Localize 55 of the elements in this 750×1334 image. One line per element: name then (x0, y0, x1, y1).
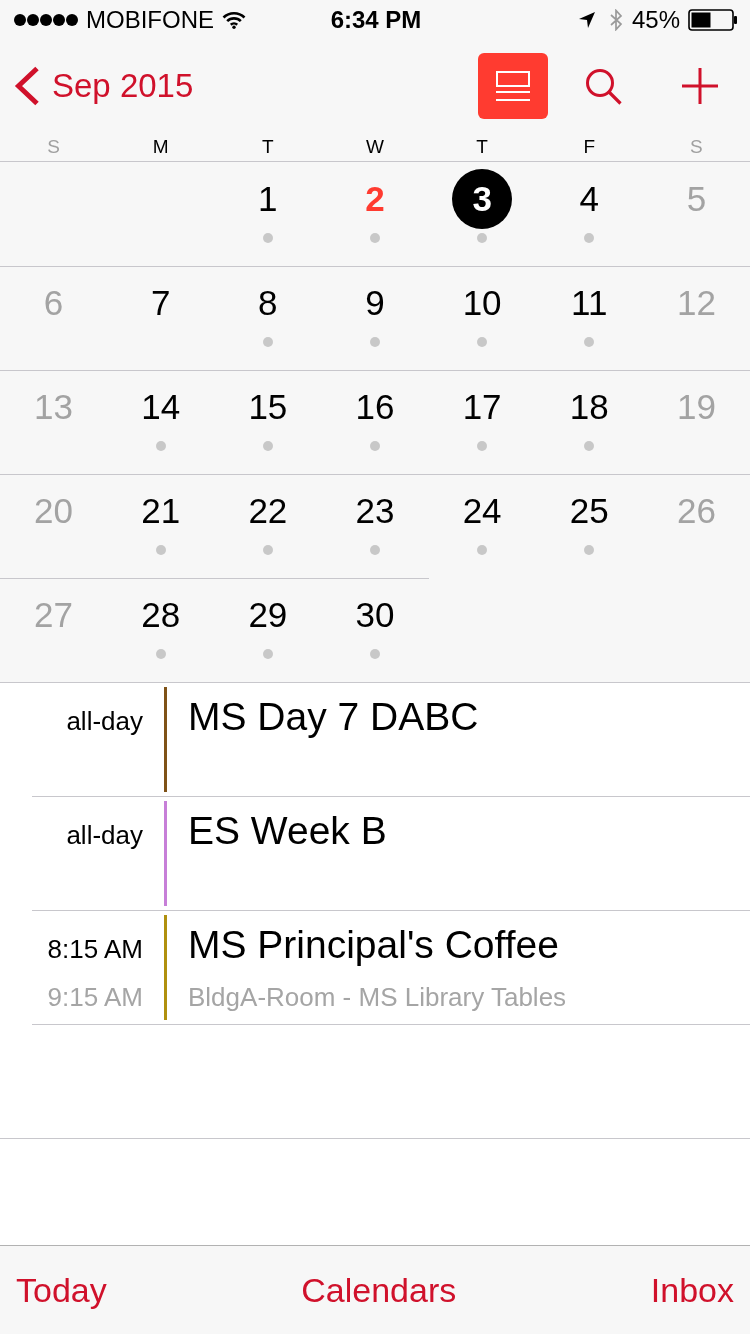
day-number[interactable]: 4 (579, 169, 599, 229)
carrier-name: MOBIFONE (86, 6, 214, 34)
event-start-time: 8:15 AM (47, 933, 143, 965)
weekday-label: T (476, 135, 488, 158)
weekday-label: W (366, 135, 384, 158)
day-number[interactable]: 15 (248, 377, 288, 437)
event-start-time: all-day (66, 705, 143, 737)
day-number[interactable]: 16 (355, 377, 395, 437)
day-number[interactable]: 24 (462, 481, 502, 541)
event-title[interactable]: MS Principal's Coffee (188, 921, 567, 969)
signal-strength-icon (14, 14, 78, 26)
location-arrow-icon (578, 12, 595, 28)
day-number[interactable]: 11 (571, 273, 608, 333)
day-number[interactable]: 21 (141, 481, 181, 541)
event-start-time: all-day (66, 819, 143, 851)
day-number[interactable]: 9 (365, 273, 385, 333)
day-number[interactable]: 7 (150, 273, 171, 333)
battery-icon (688, 9, 738, 31)
search-icon (585, 67, 622, 105)
bluetooth-icon (608, 9, 623, 31)
day-number[interactable]: 10 (462, 273, 502, 333)
day-number[interactable]: 22 (248, 481, 288, 541)
weekday-label: S (47, 135, 60, 158)
back-button[interactable]: Sep 2015 (14, 66, 194, 106)
weekday-label: T (262, 135, 274, 158)
toolbar-button[interactable]: Calendars (301, 1270, 457, 1310)
battery-percent: 45% (631, 6, 680, 34)
event-location: BldgA-Room - MS Library Tables (188, 981, 567, 1013)
toolbar-button[interactable]: Inbox (650, 1270, 734, 1310)
event-end-time: 9:15 AM (47, 981, 143, 1013)
status-time: 6:34 PM (330, 6, 422, 34)
day-number[interactable]: 14 (141, 377, 181, 437)
day-number[interactable]: 8 (258, 273, 278, 333)
day-number[interactable]: 23 (355, 481, 395, 541)
event-title[interactable]: ES Week B (188, 807, 387, 855)
day-number[interactable]: 25 (569, 481, 609, 541)
day-number[interactable]: 17 (462, 377, 502, 437)
chevron-left-icon (14, 66, 40, 106)
day-number[interactable]: 29 (248, 585, 288, 645)
toolbar-button[interactable]: Today (16, 1270, 107, 1310)
plus-icon (682, 68, 718, 104)
day-number[interactable]: 1 (258, 169, 278, 229)
day-number[interactable]: 30 (355, 585, 395, 645)
event-title[interactable]: MS Day 7 DABC (188, 693, 479, 741)
day-number[interactable]: 28 (141, 585, 181, 645)
list-view-icon (496, 71, 530, 101)
day-number[interactable]: 18 (569, 377, 609, 437)
weekday-label: F (583, 135, 596, 158)
list-view-button[interactable] (478, 53, 548, 119)
day-number[interactable]: 3 (452, 169, 513, 229)
weekday-label: S (690, 135, 703, 158)
wifi-icon (222, 11, 246, 29)
weekday-label: M (152, 135, 169, 158)
add-button[interactable] (682, 68, 718, 104)
search-button[interactable] (585, 67, 622, 105)
